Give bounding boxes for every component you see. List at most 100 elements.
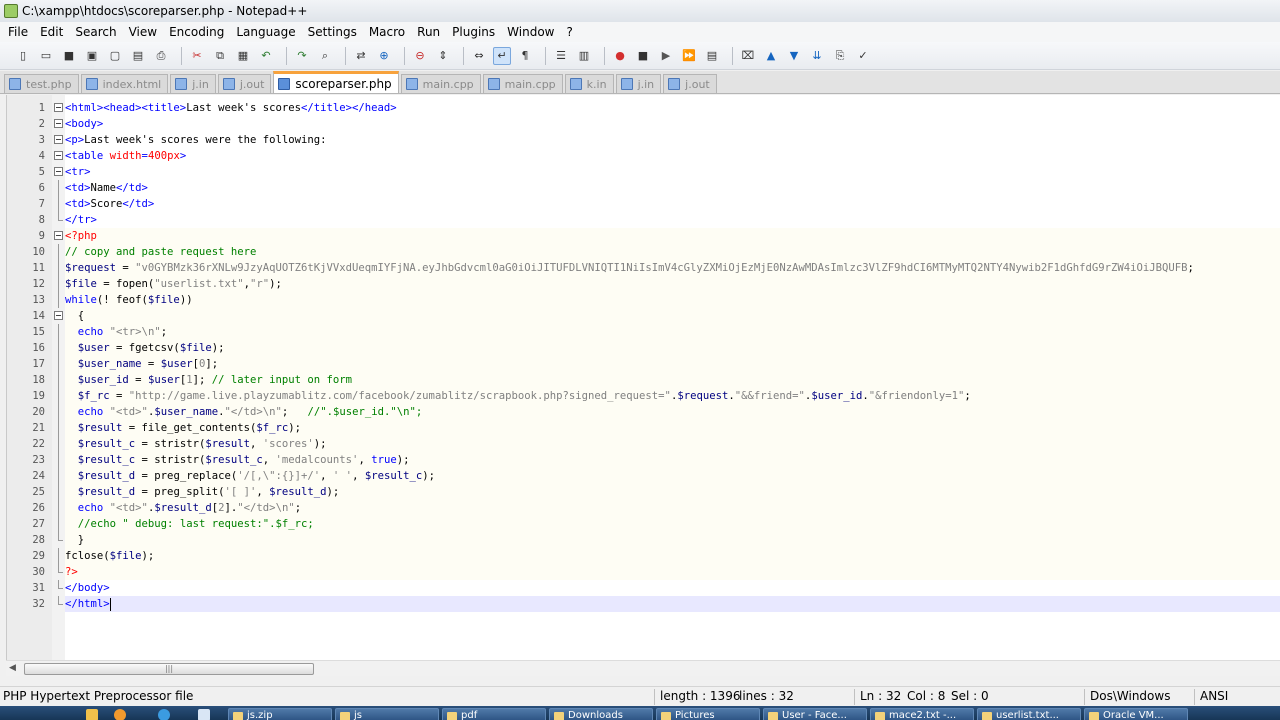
clipboard-icon[interactable]: ⎘ <box>831 47 849 65</box>
code-line[interactable]: 3 <p>Last week's scores were the followin… <box>39 132 1280 148</box>
taskbar-item-userlist-txt[interactable]: userlist.txt... <box>977 708 1081 720</box>
tab-k-in[interactable]: k.in <box>564 74 614 93</box>
stop-recording-icon[interactable]: ■ <box>634 47 652 65</box>
code-line[interactable]: 6 <td>Name</td> <box>39 180 1280 196</box>
code-line[interactable]: 22 $result_c = stristr($result, 'scores'… <box>32 436 1280 452</box>
code-line[interactable]: 16 $user = fgetcsv($file); <box>32 340 1280 356</box>
tab-index-html[interactable]: index.html <box>80 74 169 93</box>
menu-view[interactable]: View <box>123 22 163 42</box>
move-up-icon[interactable]: ▲ <box>762 47 780 65</box>
ie-icon[interactable] <box>158 709 170 720</box>
taskbar-item-pdf[interactable]: pdf <box>442 708 546 720</box>
fold-toggle-icon[interactable] <box>54 135 63 144</box>
code-line[interactable]: 19 $f_rc = "http://game.live.playzumabli… <box>32 388 1280 404</box>
print-icon[interactable]: ⎙ <box>152 47 170 65</box>
code-line[interactable]: 15 echo "<tr>\n"; <box>32 324 1280 340</box>
code-line[interactable]: 25 $result_d = preg_split('[ ]', $result… <box>32 484 1280 500</box>
user-defined-language-icon[interactable]: ▥ <box>575 47 593 65</box>
firefox-icon[interactable] <box>114 709 126 720</box>
code-line[interactable]: 2 <body> <box>39 116 1280 132</box>
code-editor[interactable]: 1 <html><head><title>Last week's scores</… <box>6 95 1280 660</box>
code-line[interactable]: 28 } <box>32 532 1280 548</box>
save-icon[interactable]: ■ <box>60 47 78 65</box>
fold-toggle-icon[interactable] <box>54 231 63 240</box>
close-icon[interactable]: ▢ <box>106 47 124 65</box>
code-line[interactable]: 21 $result = file_get_contents($f_rc); <box>32 420 1280 436</box>
code-line[interactable]: 31 </body> <box>32 580 1280 596</box>
sync-horizontal-icon[interactable]: ⇔ <box>470 47 488 65</box>
scroll-thumb[interactable]: ||| <box>24 663 314 675</box>
menu-plugins[interactable]: Plugins <box>446 22 501 42</box>
code-line[interactable]: 24 $result_d = preg_replace('/[,\":{}]+/… <box>32 468 1280 484</box>
code-line[interactable]: 18 $user_id = $user[1]; // later input o… <box>32 372 1280 388</box>
tab-test-php[interactable]: test.php <box>4 74 79 93</box>
word-wrap-icon[interactable]: ↵ <box>493 46 511 65</box>
menu-language[interactable]: Language <box>230 22 301 42</box>
menu-file[interactable]: File <box>2 22 34 42</box>
code-line[interactable]: 27 //echo " debug: last request:".$f_rc; <box>32 516 1280 532</box>
cut-icon[interactable]: ✂ <box>188 47 206 65</box>
tab-main-cpp[interactable]: main.cpp <box>400 74 481 93</box>
fold-toggle-icon[interactable] <box>54 119 63 128</box>
undo-icon[interactable]: ↶ <box>257 47 275 65</box>
taskbar-item-js[interactable]: js <box>335 708 439 720</box>
menu-window[interactable]: Window <box>501 22 560 42</box>
taskbar-item-mace2-txt[interactable]: mace2.txt -... <box>870 708 974 720</box>
tab-j-in[interactable]: j.in <box>170 74 216 93</box>
move-down-icon[interactable]: ▼ <box>785 47 803 65</box>
close-all-icon[interactable]: ▤ <box>129 47 147 65</box>
taskbar-item-js-zip[interactable]: js.zip <box>228 708 332 720</box>
fold-toggle-icon[interactable] <box>54 151 63 160</box>
code-line[interactable]: 8 </tr> <box>39 212 1280 228</box>
redo-icon[interactable]: ↷ <box>293 47 311 65</box>
code-line[interactable]: 7 <td>Score</td> <box>39 196 1280 212</box>
menu-search[interactable]: Search <box>69 22 122 42</box>
code-line[interactable]: 20 echo "<td>".$user_name."</td>\n"; //"… <box>32 404 1280 420</box>
taskbar-item-user-face[interactable]: User - Face... <box>763 708 867 720</box>
menu-settings[interactable]: Settings <box>302 22 363 42</box>
scroll-left-icon[interactable]: ◀ <box>9 663 16 673</box>
code-line[interactable]: 23 $result_c = stristr($result_c, 'medal… <box>32 452 1280 468</box>
playback-macro-icon[interactable]: ▶ <box>657 47 675 65</box>
taskbar-item-oracle-vm[interactable]: Oracle VM... <box>1084 708 1188 720</box>
tab-j-in[interactable]: j.in <box>615 74 662 93</box>
sync-vertical-icon[interactable]: ⇕ <box>434 47 452 65</box>
save-all-icon[interactable]: ▣ <box>83 47 101 65</box>
code-line[interactable]: 30 ?> <box>32 564 1280 580</box>
open-file-icon[interactable]: ▭ <box>37 47 55 65</box>
spell-check-icon[interactable]: ✓ <box>854 47 872 65</box>
record-macro-icon[interactable]: ● <box>611 47 629 65</box>
code-line[interactable]: 1 <html><head><title>Last week's scores</… <box>39 100 1280 116</box>
fold-toggle-icon[interactable] <box>54 103 63 112</box>
new-file-icon[interactable]: ▯ <box>14 47 32 65</box>
code-line[interactable]: 13 while(! feof($file)) <box>32 292 1280 308</box>
taskbar-item-downloads[interactable]: Downloads <box>549 708 653 720</box>
save-macro-icon[interactable]: ▤ <box>703 47 721 65</box>
code-line[interactable]: 17 $user_name = $user[0]; <box>32 356 1280 372</box>
replace-icon[interactable]: ⇄ <box>352 47 370 65</box>
code-line[interactable]: 9 <?php <box>39 228 1280 244</box>
tab-main-cpp[interactable]: main.cpp <box>482 74 563 93</box>
code-line[interactable]: 5 <tr> <box>39 164 1280 180</box>
taskbar-item-pictures[interactable]: Pictures <box>656 708 760 720</box>
copy-icon[interactable]: ⧉ <box>211 47 229 65</box>
code-line[interactable]: 32 </html> <box>32 596 1280 612</box>
code-line[interactable]: 4 <table width=400px> <box>39 148 1280 164</box>
menu-macro[interactable]: Macro <box>363 22 411 42</box>
paste-icon[interactable]: ▦ <box>234 47 252 65</box>
horizontal-scrollbar[interactable]: ◀ ||| <box>6 660 1280 676</box>
run-macro-multiple-icon[interactable]: ⏩ <box>680 47 698 65</box>
find-icon[interactable]: ⌕ <box>316 47 334 65</box>
tab-scoreparser-php[interactable]: scoreparser.php <box>273 71 399 93</box>
windows-explorer-icon[interactable] <box>86 709 98 720</box>
code-line[interactable]: 10 // copy and paste request here <box>32 244 1280 260</box>
tab-j-out[interactable]: j.out <box>663 74 717 93</box>
menu-encoding[interactable]: Encoding <box>163 22 230 42</box>
zoom-out-icon[interactable]: ⊖ <box>411 47 429 65</box>
notepadpp-taskbar-icon[interactable] <box>198 709 210 720</box>
menu-run[interactable]: Run <box>411 22 446 42</box>
fold-toggle-icon[interactable] <box>54 311 63 320</box>
menu-help[interactable]: ? <box>560 22 578 42</box>
indent-guide-icon[interactable]: ☰ <box>552 47 570 65</box>
code-line[interactable]: 26 echo "<td>".$result_d[2]."</td>\n"; <box>32 500 1280 516</box>
